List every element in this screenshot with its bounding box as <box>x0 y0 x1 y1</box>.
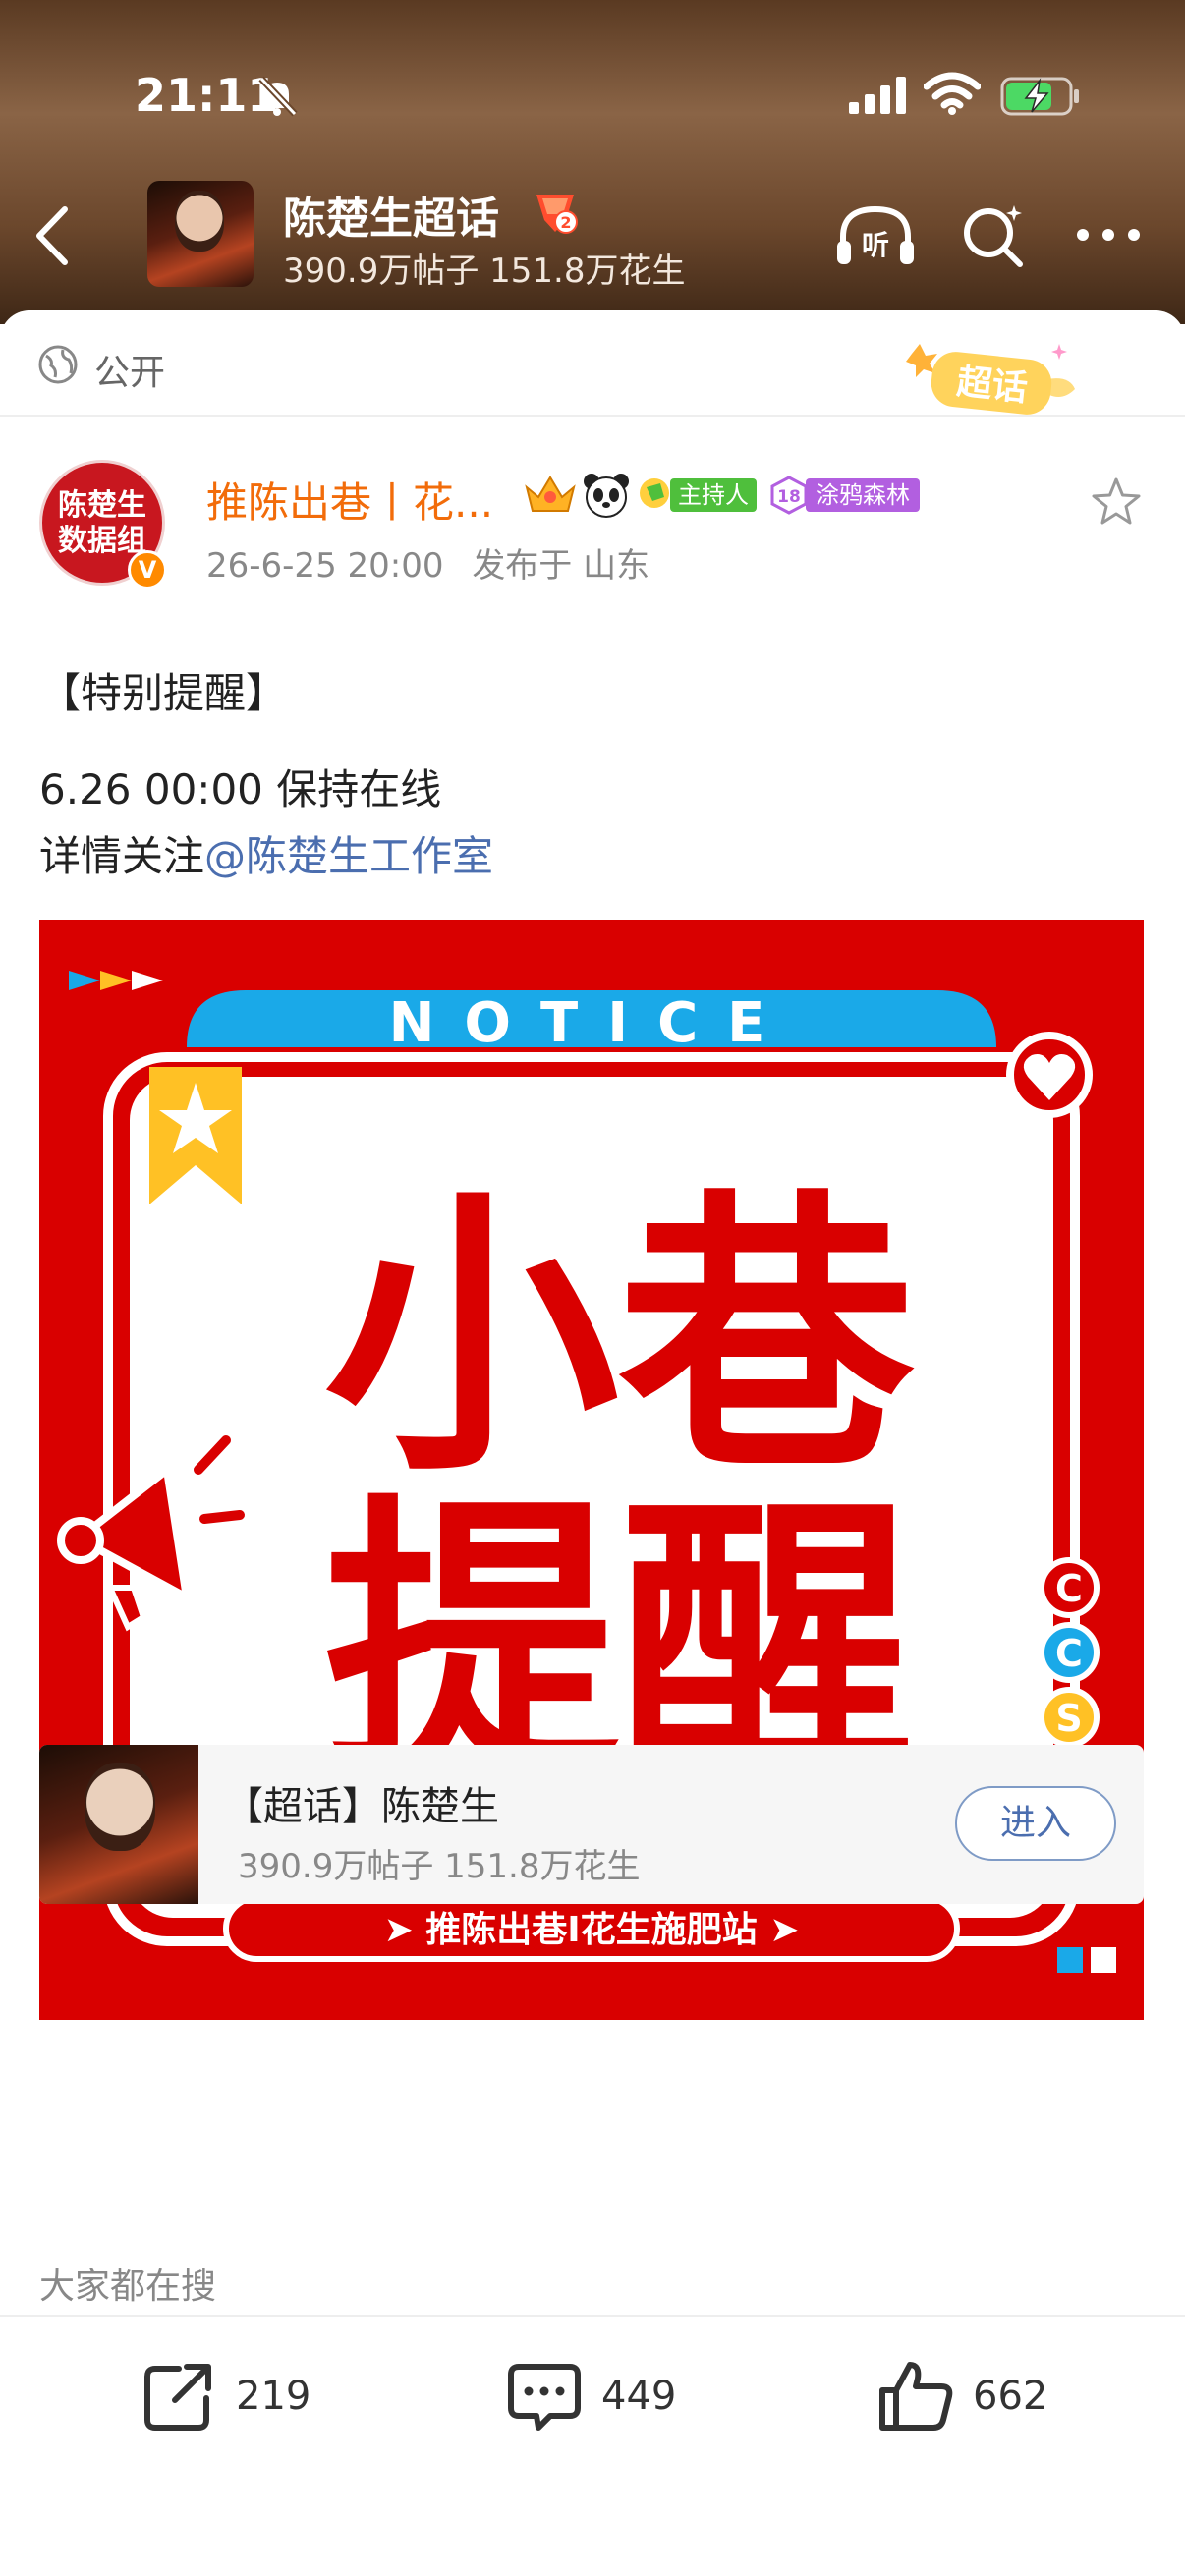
share-count: 219 <box>236 2374 311 2419</box>
comment-button[interactable]: 449 <box>505 2352 676 2440</box>
crown-icon <box>525 476 576 512</box>
badge-letter-s: S <box>1055 1697 1082 1740</box>
thumbs-up-icon <box>879 2362 953 2431</box>
post-line-3-prefix: 详情关注 <box>39 832 205 880</box>
post-line-3: 详情关注@陈楚生工作室 <box>39 823 493 883</box>
topic-card-title: 【超话】陈楚生 <box>224 1784 499 1829</box>
badge-letter-c2: C <box>1055 1632 1083 1675</box>
post-line-2: 6.26 00:00 保持在线 <box>39 765 442 813</box>
author-name[interactable]: 推陈出巷丨花... <box>206 470 493 530</box>
favorite-star-icon[interactable] <box>1089 476 1144 531</box>
supertopic-sticker: 超话 <box>906 344 1075 415</box>
topic-stats: 390.9万帖子 151.8万花生 <box>283 252 686 291</box>
more-options-icon[interactable] <box>1073 222 1144 248</box>
notice-header: NOTICE <box>389 991 795 1055</box>
enter-button[interactable]: 进入 <box>955 1786 1116 1861</box>
battery-charging-icon <box>1000 77 1079 116</box>
level-badge-icon: 2 <box>536 195 578 234</box>
bell-off-icon <box>258 76 298 117</box>
host-pin-icon <box>640 478 669 508</box>
topic-title: 陈楚生超话 <box>283 194 499 244</box>
mention-link[interactable]: @陈楚生工作室 <box>204 832 493 880</box>
topic-card[interactable]: 【超话】陈楚生 390.9万帖子 151.8万花生 进入 <box>39 1745 1144 1904</box>
host-badge-label: 主持人 <box>670 478 757 512</box>
group-level-icon: 18 <box>770 476 808 515</box>
like-count: 662 <box>973 2374 1048 2419</box>
post-time: 26-6-25 20:00 <box>206 546 444 586</box>
portrait <box>85 1763 155 1851</box>
notice-footer: ➤ 推陈出巷I花生施肥站 ➤ <box>384 1910 800 1950</box>
portrait <box>175 191 224 252</box>
visibility-label: 公开 <box>94 353 166 393</box>
topic-thumbnail[interactable] <box>147 181 254 287</box>
badge-letter-c1: C <box>1055 1567 1083 1610</box>
svg-text:听: 听 <box>862 229 889 261</box>
post-card: 公开 超话 陈楚生 数据组 V 推陈出巷丨花... 主持人 18 涂鸦森林 26… <box>0 310 1185 2576</box>
comment-icon <box>508 2364 581 2431</box>
topic-card-stats: 390.9万帖子 151.8万花生 <box>238 1847 641 1886</box>
group-badge: 18 涂鸦森林 <box>768 476 920 515</box>
post-location: 发布于 山东 <box>472 546 650 586</box>
listen-icon[interactable]: 听 <box>833 201 918 270</box>
back-icon[interactable] <box>28 201 77 270</box>
like-button[interactable]: 662 <box>876 2352 1047 2440</box>
visibility-row: 公开 超话 <box>0 310 1185 417</box>
cellular-signal-icon <box>849 77 906 114</box>
topic-header: 21:11 陈楚生超话 2 390.9万帖子 151.8万花生 听 <box>0 0 1185 324</box>
search-hint[interactable]: 大家都在搜 <box>39 2258 216 2309</box>
group-badge-label: 涂鸦森林 <box>806 478 920 512</box>
post-meta: 26-6-25 20:00 发布于 山东 <box>206 538 649 587</box>
topic-card-thumbnail <box>39 1745 198 1904</box>
host-badge: 主持人 <box>637 476 757 515</box>
panda-icon <box>584 474 629 518</box>
wifi-icon <box>924 72 981 115</box>
notice-main-line-1: 小巷 <box>324 1167 919 1510</box>
globe-icon <box>38 345 78 384</box>
comment-count: 449 <box>601 2374 677 2419</box>
sticker-text: 超话 <box>955 362 1030 409</box>
avatar-text: 陈楚生 数据组 <box>58 488 146 558</box>
share-icon <box>144 2364 211 2431</box>
share-button[interactable]: 219 <box>140 2352 310 2440</box>
svg-text:18: 18 <box>777 487 801 507</box>
verified-badge: V <box>128 550 167 589</box>
svg-text:2: 2 <box>560 213 571 232</box>
post-line-1: 【特别提醒】 <box>39 669 288 717</box>
divider <box>0 2315 1185 2317</box>
search-icon[interactable] <box>959 201 1028 270</box>
